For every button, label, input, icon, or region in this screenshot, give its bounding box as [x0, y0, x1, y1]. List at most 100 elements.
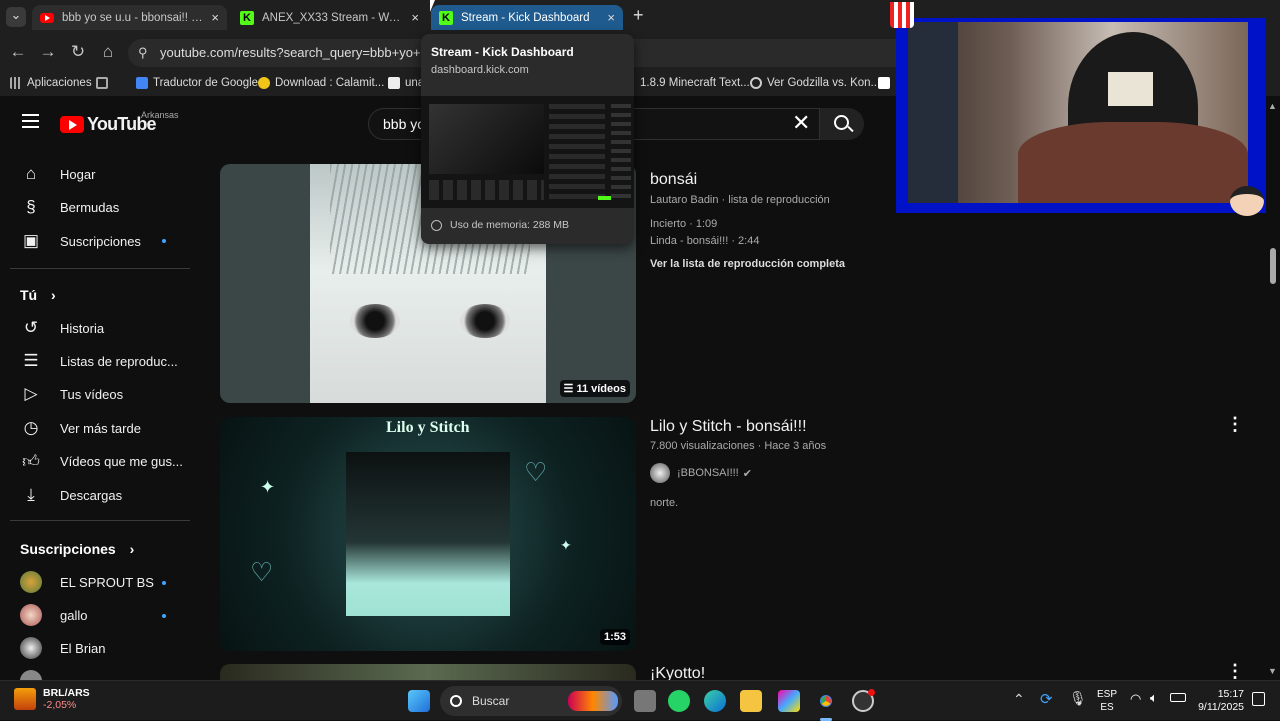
- more-actions-icon[interactable]: ⋮: [1226, 414, 1244, 435]
- home-icon[interactable]: ⌂: [98, 42, 118, 62]
- history-icon: ↺: [23, 318, 39, 337]
- result-title[interactable]: bonsái: [650, 171, 697, 189]
- result-title[interactable]: Lilo y Stitch - bonsái!!!: [650, 418, 807, 436]
- battery-icon[interactable]: [1170, 693, 1186, 702]
- bookmark-una[interactable]: una: [388, 77, 424, 89]
- site-info-icon[interactable]: ⚲: [138, 45, 148, 61]
- bookmark-label: Download : Calamit...: [275, 77, 385, 89]
- sidebar-you-heading[interactable]: Tú ›: [20, 287, 56, 303]
- result-metadata: 7.800 visualizaciones · Hace 3 años: [650, 440, 827, 452]
- your-videos-icon: ▷: [24, 384, 38, 403]
- hover-card-title: Stream - Kick Dashboard: [431, 45, 574, 59]
- copilot-icon[interactable]: [778, 690, 800, 712]
- sparkle-decoration: ✦: [260, 477, 276, 497]
- sync-icon[interactable]: ⟳: [1040, 690, 1053, 708]
- sidebar-sub-el-sprout-bs[interactable]: EL SPROUT BS: [20, 567, 154, 597]
- new-tab-button[interactable]: +: [633, 5, 644, 26]
- tab-close-icon[interactable]: ×: [211, 10, 219, 25]
- file-explorer-icon[interactable]: [740, 690, 762, 712]
- bookmark-calamity[interactable]: Download : Calamit...: [258, 77, 384, 89]
- sidebar-item-label: Hogar: [60, 166, 96, 182]
- bookmark-translate[interactable]: Traductor de Google: [136, 77, 258, 89]
- sidebar-item-playlists[interactable]: ☰ Listas de reproduc...: [20, 346, 177, 376]
- volume-icon[interactable]: 🔈︎: [1150, 690, 1158, 706]
- bookmark-label: Ver Godzilla vs. Kon...: [767, 77, 881, 89]
- view-full-playlist-link[interactable]: Ver la lista de reproducción completa: [650, 258, 845, 270]
- language-indicator[interactable]: ESP ES: [1097, 688, 1117, 714]
- sidebar-sub-el-brian[interactable]: El Brian: [20, 633, 106, 663]
- clock-time: 15:17: [1217, 688, 1244, 700]
- kick-favicon-icon: K: [439, 10, 453, 25]
- bookmark-minecraft[interactable]: 1.8.9 Minecraft Text...: [640, 77, 750, 89]
- bookmark-apps[interactable]: Aplicaciones: [10, 77, 92, 89]
- language-code: ESP: [1097, 689, 1118, 700]
- bookmark-godzilla[interactable]: Ver Godzilla vs. Kon...: [750, 77, 880, 89]
- scroll-down-icon[interactable]: ▼: [1268, 666, 1277, 676]
- subscriptions-icon: ▣: [22, 231, 40, 250]
- sidebar-item-history[interactable]: ↺ Historia: [20, 313, 104, 343]
- tab-anex-stream[interactable]: K ANEX_XX33 Stream - Watch Live ×: [232, 5, 427, 30]
- sidebar-item-your-videos[interactable]: ▷ Tus vídeos: [20, 379, 123, 409]
- result-channel[interactable]: Lautaro Badin · lista de reproducción: [650, 194, 830, 206]
- playlist-item[interactable]: Linda - bonsái!!! · 2:44: [650, 235, 759, 247]
- taskbar-search[interactable]: Buscar: [440, 686, 622, 716]
- reload-icon[interactable]: ↻: [68, 42, 88, 62]
- wifi-icon[interactable]: ◠: [1130, 691, 1141, 707]
- sidebar-item-downloads[interactable]: ⤓ Descargas: [20, 480, 122, 510]
- bookmark-n[interactable]: [878, 77, 895, 89]
- chevron-right-icon: ›: [129, 541, 135, 557]
- search-button[interactable]: [820, 108, 864, 140]
- sidebar-item-home[interactable]: ⌂ Hogar: [20, 159, 96, 189]
- scroll-up-icon[interactable]: ▲: [1268, 101, 1277, 111]
- windows-start-icon[interactable]: [408, 690, 430, 712]
- sidebar-subscriptions-heading[interactable]: Suscripciones ›: [20, 541, 134, 557]
- sidebar-item-watch-later[interactable]: ◷ Ver más tarde: [20, 413, 141, 443]
- badge-text: 11 vídeos: [576, 383, 626, 395]
- scrollbar-thumb[interactable]: [1270, 248, 1276, 284]
- video-thumbnail[interactable]: Lilo y Stitch ✦ ✦ ♡ ♡ 1:53: [220, 417, 636, 651]
- notion-icon: [878, 77, 890, 89]
- show-hidden-icons-icon[interactable]: ⌃: [1013, 691, 1025, 708]
- playlist-icon: ☰: [563, 383, 577, 395]
- notification-center-icon[interactable]: [1252, 692, 1265, 706]
- video-thumbnail[interactable]: [220, 664, 636, 680]
- tab-close-icon[interactable]: ×: [411, 10, 419, 25]
- forward-icon[interactable]: →: [38, 42, 58, 62]
- hover-card-preview: [421, 96, 634, 208]
- bookmark-grid[interactable]: [96, 77, 113, 89]
- result-title[interactable]: ¡Kyotto!: [650, 665, 705, 680]
- clock[interactable]: 15:17 9/11/2025: [1196, 688, 1244, 714]
- apps-grid-icon: [10, 77, 22, 89]
- sidebar-item-shorts[interactable]: § Bermudas: [20, 192, 119, 222]
- guide-menu-icon[interactable]: [22, 114, 39, 128]
- sidebar-item-label: Descargas: [60, 487, 123, 503]
- tab-close-icon[interactable]: ×: [607, 10, 615, 25]
- tab-list-button[interactable]: ⌄: [6, 7, 26, 27]
- edge-icon[interactable]: [704, 690, 726, 712]
- back-icon[interactable]: ←: [8, 42, 28, 62]
- clear-search-icon[interactable]: ✕: [792, 110, 810, 136]
- task-view-icon[interactable]: [634, 690, 656, 712]
- microphone-icon[interactable]: 🎙︎: [1069, 690, 1087, 707]
- avatar: [20, 670, 42, 680]
- search-input-value: bbb yo: [383, 116, 426, 132]
- chrome-icon[interactable]: [815, 690, 837, 712]
- sidebar-item-subscriptions[interactable]: ▣ Suscripciones: [20, 226, 141, 256]
- tab-hover-card: Stream - Kick Dashboard dashboard.kick.c…: [421, 34, 634, 244]
- hover-card-memory: Uso de memoria: 288 MB: [431, 219, 569, 231]
- mouse-cursor-icon: [430, 0, 435, 12]
- tab-youtube[interactable]: bbb yo se u.u - bbonsai!! - YouTube ×: [32, 5, 227, 30]
- sidebar-sub-partial[interactable]: [20, 666, 60, 680]
- channel-row[interactable]: ¡BBONSAI!!! ✔: [650, 463, 752, 483]
- sidebar-divider: [10, 268, 190, 269]
- sidebar-item-liked[interactable]: 👍︎ Vídeos que me gus...: [20, 446, 183, 476]
- playlist-item[interactable]: Incierto · 1:09: [650, 218, 717, 230]
- more-actions-icon[interactable]: ⋮: [1226, 661, 1244, 680]
- search-highlight-icon: [568, 691, 618, 711]
- whatsapp-icon[interactable]: [668, 690, 690, 712]
- tab-kick-dashboard[interactable]: K Stream - Kick Dashboard ×: [431, 5, 623, 30]
- avatar: [650, 463, 670, 483]
- stock-widget[interactable]: BRL/ARS -2,05%: [14, 687, 90, 711]
- thumbnail-artwork: [346, 452, 510, 616]
- sidebar-sub-gallo[interactable]: gallo: [20, 600, 87, 630]
